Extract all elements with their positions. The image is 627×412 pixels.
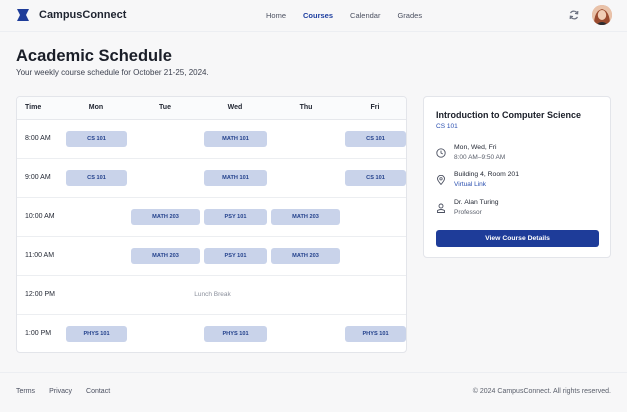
brand[interactable]: CampusConnect — [16, 8, 126, 22]
schedule-row: 12:00 PM Lunch Break — [17, 276, 406, 315]
schedule-row: 10:00 AM MATH 203 PSY 101 MATH 203 — [17, 198, 406, 237]
schedule-row: 11:00 AM MATH 203 PSY 101 MATH 203 — [17, 237, 406, 276]
course-chip[interactable]: MATH 203 — [271, 248, 340, 264]
col-wed: Wed — [227, 104, 243, 111]
time-slot-label: 1:00 PM — [25, 330, 52, 337]
course-location: Building 4, Room 201 — [454, 171, 519, 178]
course-chip[interactable]: CS 101 — [345, 131, 406, 147]
time-slot-label: 10:00 AM — [25, 213, 55, 220]
course-chip[interactable]: CS 101 — [345, 170, 406, 186]
footer-privacy-link[interactable]: Privacy — [49, 388, 72, 395]
col-thu: Thu — [299, 104, 313, 111]
course-days: Mon, Wed, Fri — [454, 144, 497, 151]
course-time: 8:00 AM–9:50 AM — [454, 154, 506, 161]
footer-contact-link[interactable]: Contact — [86, 388, 110, 395]
course-chip[interactable]: PSY 101 — [204, 248, 267, 264]
course-chip[interactable]: PSY 101 — [204, 209, 267, 225]
top-navbar: CampusConnect Home Courses Calendar Grad… — [0, 0, 627, 32]
course-chip[interactable]: MATH 101 — [204, 131, 267, 147]
col-time: Time — [25, 104, 42, 111]
course-code-link[interactable]: CS 101 — [436, 123, 458, 130]
map-pin-icon — [437, 175, 445, 185]
course-title: Introduction to Computer Science — [436, 110, 582, 120]
user-avatar[interactable] — [592, 5, 612, 25]
course-detail-card: Introduction to Computer Science CS 101 … — [423, 96, 611, 258]
course-chip[interactable]: CS 101 — [66, 170, 127, 186]
course-chip[interactable]: MATH 203 — [131, 248, 200, 264]
nav-courses[interactable]: Courses — [303, 11, 333, 20]
course-chip[interactable]: PHYS 101 — [66, 326, 127, 342]
brand-name: CampusConnect — [39, 9, 127, 21]
schedule-header: Time Mon Tue Wed Thu Fri — [17, 97, 406, 120]
footer: Terms Privacy Contact © 2024 CampusConne… — [0, 372, 627, 412]
instructor-name: Dr. Alan Turing — [454, 199, 499, 206]
copyright-text: © 2024 CampusConnect. All rights reserve… — [472, 388, 611, 395]
sync-icon[interactable] — [568, 9, 580, 21]
col-tue: Tue — [159, 104, 171, 111]
view-course-details-button[interactable]: View Course Details — [436, 230, 599, 247]
course-chip[interactable]: PHYS 101 — [345, 326, 406, 342]
time-slot-label: 8:00 AM — [25, 135, 51, 142]
campus-logo-icon — [17, 9, 29, 21]
time-slot-label: 11:00 AM — [25, 252, 55, 259]
course-chip[interactable]: MATH 101 — [204, 170, 267, 186]
page-subtitle: Your weekly course schedule for October … — [16, 68, 209, 77]
instructor-role: Professor — [454, 209, 482, 216]
person-icon — [437, 203, 445, 213]
col-fri: Fri — [370, 104, 380, 111]
course-chip[interactable]: PHYS 101 — [204, 326, 267, 342]
schedule-row: 1:00 PM PHYS 101 PHYS 101 PHYS 101 — [17, 315, 406, 352]
footer-terms-link[interactable]: Terms — [16, 388, 35, 395]
nav-home[interactable]: Home — [266, 11, 286, 20]
course-chip[interactable]: MATH 203 — [131, 209, 200, 225]
page-title: Academic Schedule — [16, 47, 172, 65]
clock-icon — [436, 148, 446, 158]
course-chip[interactable]: MATH 203 — [271, 209, 340, 225]
schedule-row: 9:00 AM CS 101 MATH 101 CS 101 — [17, 159, 406, 198]
nav-calendar[interactable]: Calendar — [350, 11, 380, 20]
weekly-schedule: Time Mon Tue Wed Thu Fri 8:00 AM CS 101 MA… — [16, 96, 407, 353]
nav-grades[interactable]: Grades — [397, 11, 422, 20]
schedule-row: 8:00 AM CS 101 MATH 101 CS 101 — [17, 120, 406, 159]
col-mon: Mon — [88, 104, 104, 111]
main-nav: Home Courses Calendar Grades — [266, 11, 439, 20]
avatar-portrait-icon — [592, 5, 612, 25]
time-slot-label: 9:00 AM — [25, 174, 51, 181]
lunch-break-label: Lunch Break — [194, 291, 231, 298]
virtual-link[interactable]: Virtual Link — [454, 181, 486, 188]
footer-links: Terms Privacy Contact — [16, 388, 124, 395]
course-chip[interactable]: CS 101 — [66, 131, 127, 147]
